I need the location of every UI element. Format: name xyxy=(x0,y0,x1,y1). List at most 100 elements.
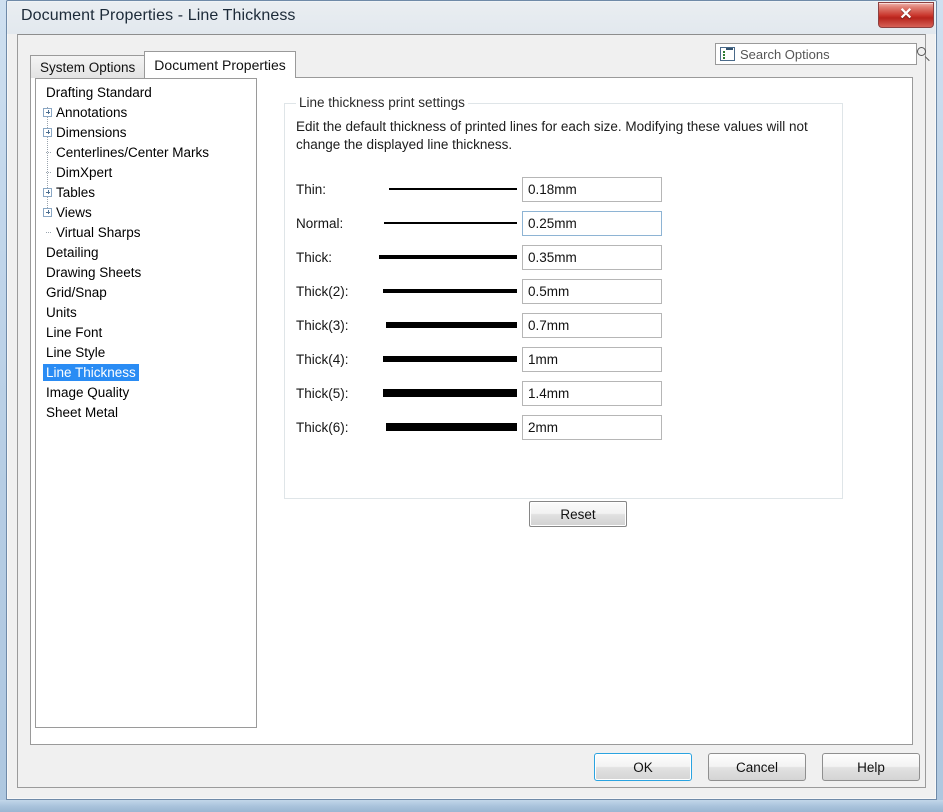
tree-item-drawing-sheets[interactable]: Drawing Sheets xyxy=(36,262,256,282)
tree-item-label: Units xyxy=(43,304,80,321)
tab-document-properties-label: Document Properties xyxy=(154,57,286,73)
tree-item-label: Views xyxy=(53,204,95,221)
tree-item-label: Detailing xyxy=(43,244,102,261)
thickness-field-normal[interactable] xyxy=(522,211,662,236)
tree-item-image-quality[interactable]: Image Quality xyxy=(36,382,256,402)
thickness-input-normal[interactable] xyxy=(528,216,656,231)
group-description: Edit the default thickness of printed li… xyxy=(296,118,824,154)
thickness-field-thick3[interactable] xyxy=(522,313,662,338)
ok-button-label: OK xyxy=(633,760,653,775)
expand-plus-icon[interactable] xyxy=(43,188,52,197)
tree-item-tables[interactable]: Tables xyxy=(36,182,256,202)
tree-branch-icon xyxy=(43,168,52,177)
thickness-input-thick[interactable] xyxy=(528,250,656,265)
thickness-row-normal: Normal: xyxy=(296,206,836,240)
thickness-row-thick3: Thick(3): xyxy=(296,308,836,342)
tree-item-drafting-standard[interactable]: Drafting Standard xyxy=(36,82,256,102)
tree-item-label: Dimensions xyxy=(53,124,130,141)
thickness-field-thin[interactable] xyxy=(522,177,662,202)
row-label: Thick(6): xyxy=(296,420,370,435)
tree-item-dimensions[interactable]: Dimensions xyxy=(36,122,256,142)
thickness-input-thick4[interactable] xyxy=(528,352,656,367)
thickness-field-thick[interactable] xyxy=(522,245,662,270)
search-input[interactable] xyxy=(740,47,916,62)
search-icon[interactable] xyxy=(916,46,932,62)
window-bottom-edge xyxy=(0,800,943,812)
cancel-button-label: Cancel xyxy=(736,760,778,775)
tree-item-sheet-metal[interactable]: Sheet Metal xyxy=(36,402,256,422)
tree-item-annotations[interactable]: Annotations xyxy=(36,102,256,122)
tree-item-label: Virtual Sharps xyxy=(53,224,144,241)
title-bar: Document Properties - Line Thickness ✕ xyxy=(7,1,936,34)
thickness-row-thick4: Thick(4): xyxy=(296,342,836,376)
options-list-icon xyxy=(720,47,735,61)
row-label: Thin: xyxy=(296,182,370,197)
tree-item-label: Drawing Sheets xyxy=(43,264,144,281)
reset-button[interactable]: Reset xyxy=(529,501,627,527)
tree-item-label: Line Style xyxy=(43,344,108,361)
search-options-box[interactable] xyxy=(715,43,917,65)
tree-item-centerlines-center-marks[interactable]: Centerlines/Center Marks xyxy=(36,142,256,162)
line-sample-normal xyxy=(370,222,522,224)
group-legend: Line thickness print settings xyxy=(296,95,468,110)
close-icon: ✕ xyxy=(899,7,912,23)
thickness-row-thick5: Thick(5): xyxy=(296,376,836,410)
thickness-field-thick5[interactable] xyxy=(522,381,662,406)
line-sample-thick5 xyxy=(370,389,522,396)
tree-item-line-thickness[interactable]: Line Thickness xyxy=(36,362,256,382)
tree-item-label: Drafting Standard xyxy=(43,84,155,101)
tab-document-properties[interactable]: Document Properties xyxy=(144,51,296,78)
help-button[interactable]: Help xyxy=(822,753,920,781)
expand-plus-icon[interactable] xyxy=(43,208,52,217)
tree-item-grid-snap[interactable]: Grid/Snap xyxy=(36,282,256,302)
thickness-field-thick4[interactable] xyxy=(522,347,662,372)
row-label: Thick(3): xyxy=(296,318,370,333)
thickness-input-thick2[interactable] xyxy=(528,284,656,299)
help-button-label: Help xyxy=(857,760,885,775)
tree-item-views[interactable]: Views xyxy=(36,202,256,222)
tree-item-label: Sheet Metal xyxy=(43,404,121,421)
tree-item-label: DimXpert xyxy=(53,164,115,181)
line-sample-thick xyxy=(370,255,522,258)
ok-button[interactable]: OK xyxy=(594,753,692,781)
dialog-window: Document Properties - Line Thickness ✕ S… xyxy=(6,0,937,800)
reset-button-label: Reset xyxy=(560,507,595,522)
tree-item-line-style[interactable]: Line Style xyxy=(36,342,256,362)
tree-item-label: Image Quality xyxy=(43,384,132,401)
cancel-button[interactable]: Cancel xyxy=(708,753,806,781)
close-button[interactable]: ✕ xyxy=(878,2,934,28)
tree-item-line-font[interactable]: Line Font xyxy=(36,322,256,342)
thickness-row-thin: Thin: xyxy=(296,172,836,206)
tab-system-options[interactable]: System Options xyxy=(30,55,145,78)
row-label: Thick(2): xyxy=(296,284,370,299)
tree-item-units[interactable]: Units xyxy=(36,302,256,322)
row-label: Normal: xyxy=(296,216,370,231)
thickness-input-thick6[interactable] xyxy=(528,420,656,435)
row-label: Thick(4): xyxy=(296,352,370,367)
thickness-input-thin[interactable] xyxy=(528,182,656,197)
thickness-row-thick: Thick: xyxy=(296,240,836,274)
tree-item-label: Centerlines/Center Marks xyxy=(53,144,212,161)
thickness-row-thick6: Thick(6): xyxy=(296,410,836,444)
thickness-field-thick6[interactable] xyxy=(522,415,662,440)
line-thickness-print-settings-group: Line thickness print settings Edit the d… xyxy=(284,103,843,499)
tree-item-virtual-sharps[interactable]: Virtual Sharps xyxy=(36,222,256,242)
tab-strip: System Options Document Properties xyxy=(30,52,296,78)
settings-tree[interactable]: Drafting Standard Annotations Dimensions… xyxy=(35,78,257,728)
expand-plus-icon[interactable] xyxy=(43,108,52,117)
tree-branch-icon xyxy=(43,148,52,157)
thickness-input-thick5[interactable] xyxy=(528,386,656,401)
tree-item-dimxpert[interactable]: DimXpert xyxy=(36,162,256,182)
thickness-row-list: Thin: Normal: xyxy=(296,172,836,444)
thickness-input-thick3[interactable] xyxy=(528,318,656,333)
window-title: Document Properties - Line Thickness xyxy=(21,7,296,25)
line-sample-thick2 xyxy=(370,289,522,293)
tree-item-label: Annotations xyxy=(53,104,130,121)
tree-item-label: Tables xyxy=(53,184,98,201)
thickness-field-thick2[interactable] xyxy=(522,279,662,304)
tree-item-detailing[interactable]: Detailing xyxy=(36,242,256,262)
expand-plus-icon[interactable] xyxy=(43,128,52,137)
thickness-row-thick2: Thick(2): xyxy=(296,274,836,308)
line-sample-thick4 xyxy=(370,356,522,362)
row-label: Thick: xyxy=(296,250,370,265)
